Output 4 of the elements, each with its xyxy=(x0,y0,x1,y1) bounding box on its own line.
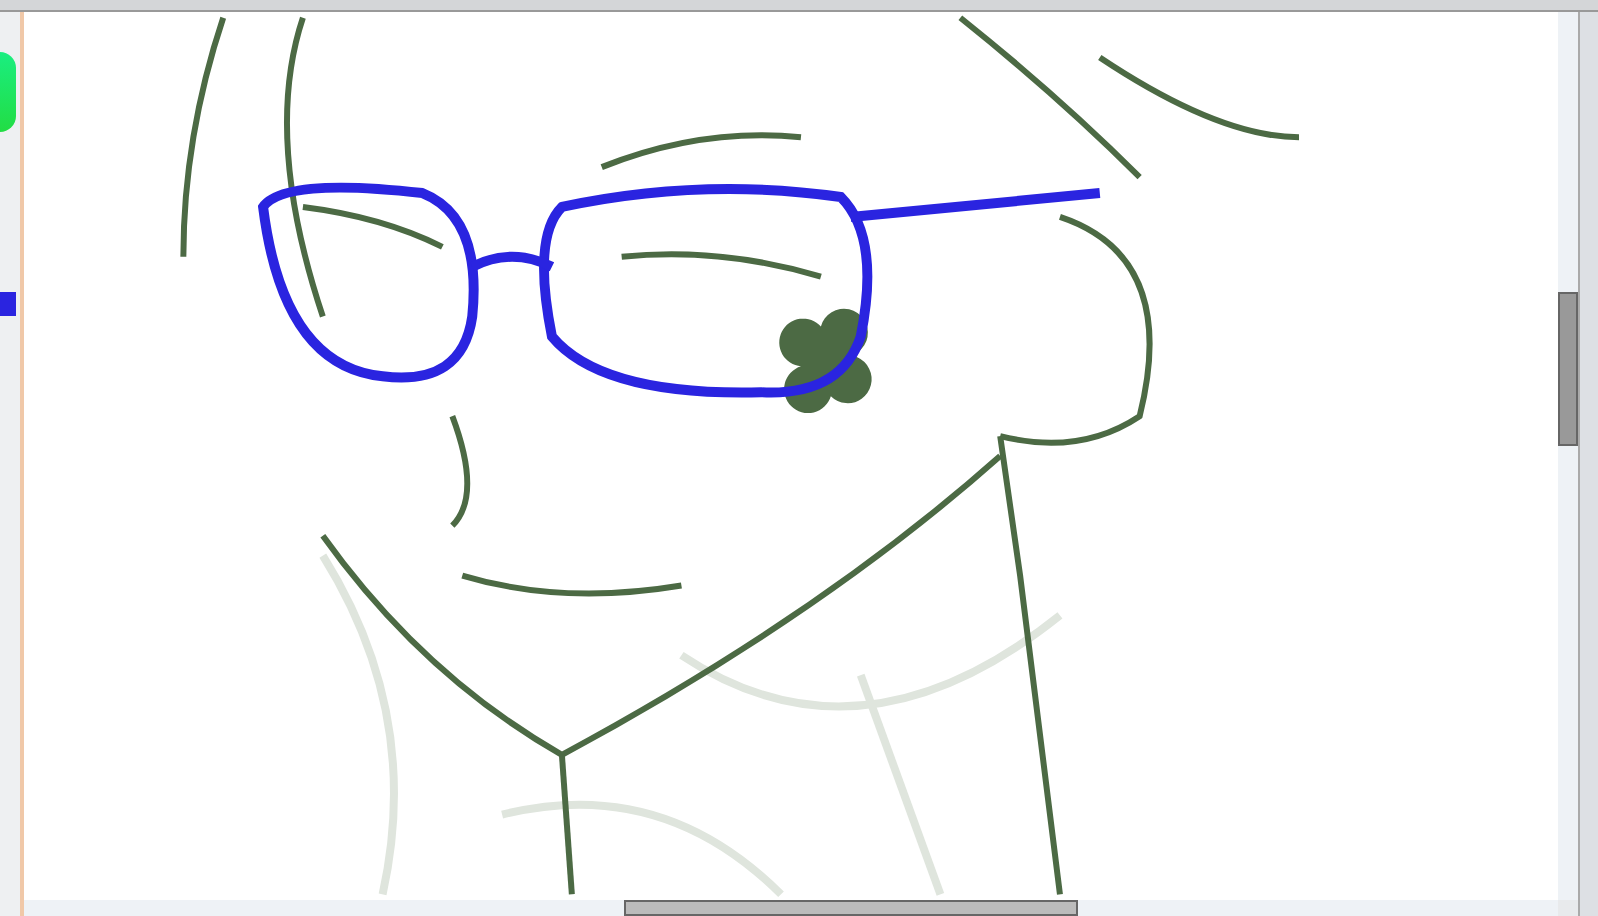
current-color-swatch[interactable] xyxy=(0,292,16,316)
horizontal-scrollbar[interactable] xyxy=(24,900,1558,916)
color-wheel[interactable] xyxy=(0,52,16,132)
vertical-scrollbar[interactable] xyxy=(1558,12,1578,900)
